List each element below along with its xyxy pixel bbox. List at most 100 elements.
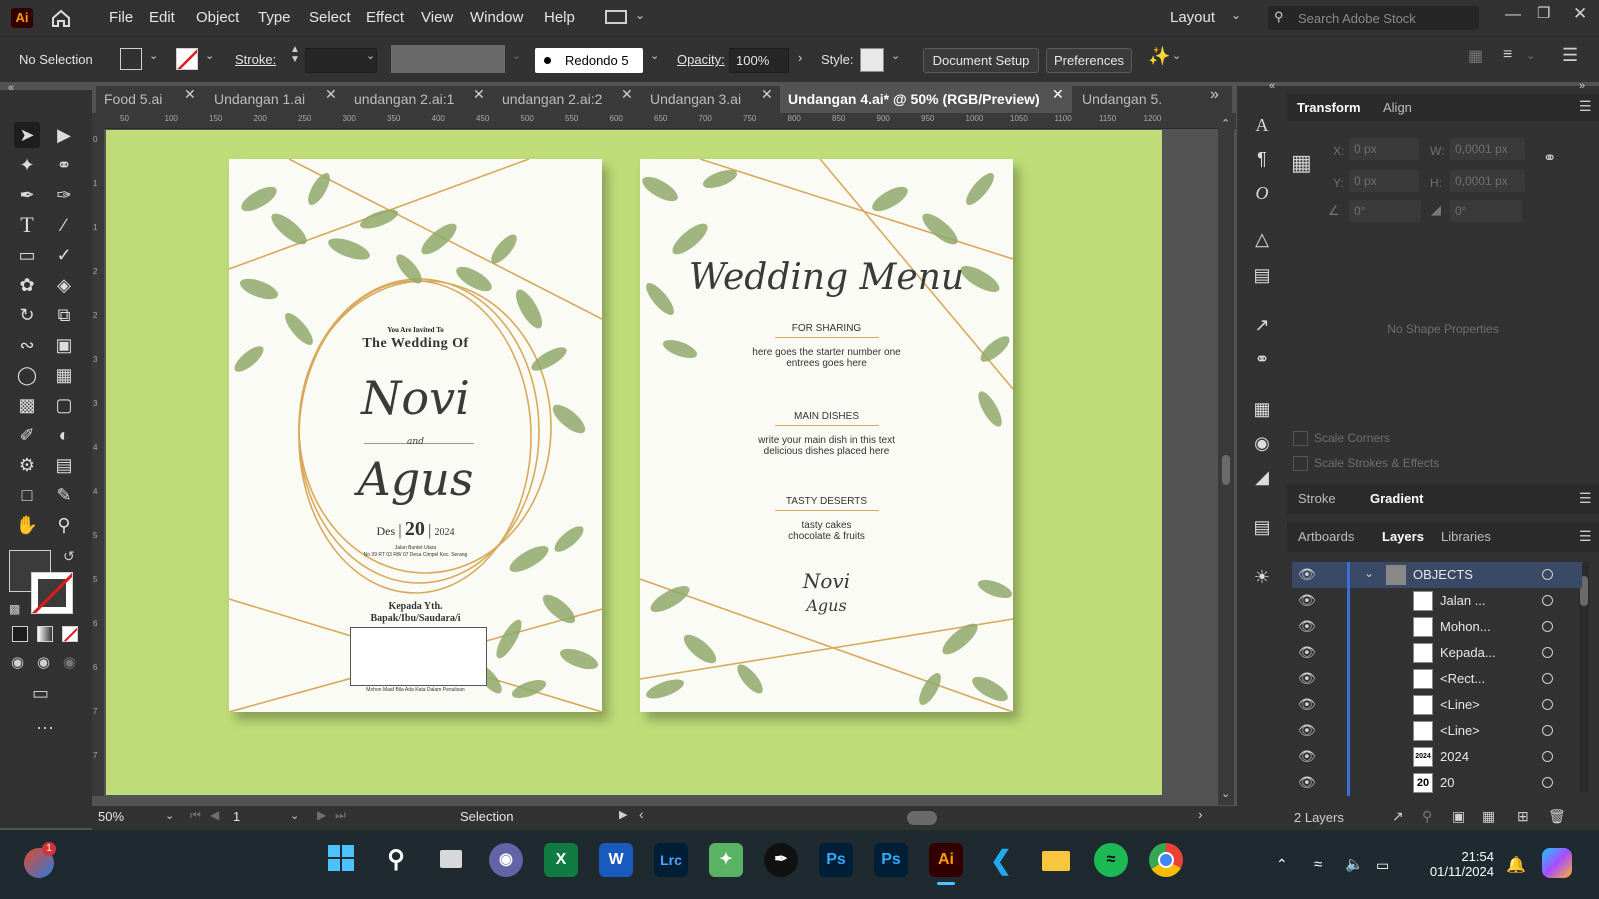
zoom-field[interactable]: 50% (98, 809, 164, 827)
paragraph-panel-icon[interactable]: ¶ (1249, 146, 1275, 172)
visibility-eye-icon[interactable]: 👁 (1298, 566, 1316, 583)
word-icon[interactable]: W (599, 843, 633, 877)
document-setup-button[interactable]: Document Setup (923, 48, 1039, 73)
tab-undangan-5[interactable]: Undangan 5. (1074, 86, 1184, 113)
lightroom-classic-icon[interactable]: Lrc (654, 843, 688, 877)
minimize-icon[interactable]: — (1505, 6, 1521, 24)
collapse-icon[interactable]: « (8, 82, 14, 94)
chevron-down-icon[interactable]: ⌄ (165, 809, 174, 822)
chevron-down-icon[interactable]: ⌄ (891, 49, 900, 62)
home-icon[interactable] (50, 8, 72, 28)
target-circle[interactable] (1542, 673, 1553, 684)
wifi-icon[interactable]: ≈ (1314, 856, 1322, 873)
close-icon[interactable]: ✕ (1052, 86, 1064, 103)
workspace-switcher[interactable]: Layout (1170, 9, 1215, 26)
column-graph-tool-icon[interactable]: ▤ (51, 452, 77, 478)
panel-menu-icon[interactable]: ☰ (1579, 528, 1592, 545)
chevron-down-icon[interactable]: ⌄ (149, 49, 158, 62)
invitation-card[interactable]: You Are Invited To The Wedding Of Novi a… (229, 159, 602, 712)
target-circle[interactable] (1542, 725, 1553, 736)
illustrator-icon[interactable]: Ai (929, 843, 963, 877)
chevron-down-icon[interactable]: ⌄ (1231, 8, 1241, 22)
chevron-down-icon[interactable]: ⌄ (635, 8, 645, 22)
gradient-panel-icon[interactable]: ◢ (1249, 464, 1275, 490)
color-mode-icon[interactable] (12, 626, 28, 642)
draw-behind-icon[interactable]: ◉ (37, 653, 50, 671)
chevron-down-icon[interactable]: ⌄ (290, 809, 299, 822)
color-guide-icon[interactable]: ◉ (1249, 430, 1275, 456)
h-field[interactable]: 0,0001 px (1450, 170, 1525, 192)
chevron-up-icon[interactable]: ⌃ (1221, 117, 1230, 130)
swatches-panel-icon[interactable]: ▦ (1249, 396, 1275, 422)
new-layer-icon[interactable]: ⊞ (1517, 808, 1529, 825)
close-icon[interactable]: ✕ (325, 86, 337, 103)
stroke-stepper[interactable]: ▲ ▼ (290, 45, 300, 65)
visibility-eye-icon[interactable]: 👁 (1298, 722, 1316, 739)
rotate-tool-icon[interactable]: ↻ (14, 302, 40, 328)
vertical-scrollbar[interactable]: ⌃ ⌄ (1218, 115, 1234, 805)
shaper-tool-icon[interactable]: ✿ (14, 272, 40, 298)
close-icon[interactable]: ✕ (184, 86, 196, 103)
tab-stroke[interactable]: Stroke (1298, 491, 1336, 506)
eraser-tool-icon[interactable]: ◈ (51, 272, 77, 298)
zoom-tool-icon[interactable]: ⚲ (51, 512, 77, 538)
layer-row[interactable]: 👁 <Rect... (1292, 666, 1582, 692)
close-icon[interactable]: ✕ (621, 86, 633, 103)
stroke-color-box[interactable] (31, 572, 73, 614)
target-circle[interactable] (1542, 647, 1553, 658)
more-tools-icon[interactable]: ⋯ (36, 718, 54, 739)
menu-card[interactable]: Wedding Menu FOR SHARING here goes the s… (640, 159, 1013, 712)
target-circle[interactable] (1542, 621, 1553, 632)
search-icon[interactable]: ⚲ (1422, 808, 1432, 825)
graphic-styles-icon[interactable]: ☀ (1249, 564, 1275, 590)
chevron-down-icon[interactable]: ⌄ (1364, 566, 1374, 580)
menu-select[interactable]: Select (309, 9, 351, 26)
stock-search-input[interactable]: ⚲ Search Adobe Stock (1268, 6, 1479, 30)
chevron-down-icon[interactable]: ⌄ (1526, 49, 1535, 62)
layer-name[interactable]: 2024 (1440, 749, 1469, 764)
first-artboard-icon[interactable]: ⏮ (190, 808, 201, 823)
status-menu-icon[interactable]: ▶ (619, 808, 627, 821)
tray-overflow-icon[interactable]: ⌃ (1276, 856, 1288, 873)
target-circle[interactable] (1542, 699, 1553, 710)
collapse-icon[interactable]: « (1269, 80, 1275, 92)
symbol-sprayer-tool-icon[interactable]: ⚙ (14, 452, 40, 478)
gradient-mode-icon[interactable] (37, 626, 53, 642)
new-sublayer-icon[interactable]: ▦ (1482, 808, 1495, 825)
tab-libraries[interactable]: Libraries (1441, 529, 1491, 544)
panel-menu-icon[interactable]: ☰ (1579, 98, 1592, 115)
layer-row[interactable]: 👁 Mohon... (1292, 614, 1582, 640)
tab-align[interactable]: Align (1383, 100, 1412, 115)
target-circle[interactable] (1542, 595, 1553, 606)
target-circle[interactable] (1542, 569, 1553, 580)
graphic-style-swatch[interactable] (860, 48, 884, 72)
width-tool-icon[interactable]: ∾ (14, 332, 40, 358)
export-panel-icon[interactable]: ↗ (1249, 312, 1275, 338)
puppet-warp-icon[interactable]: ✨ (1148, 46, 1170, 67)
opacity-label[interactable]: Opacity: (677, 52, 725, 67)
trash-icon[interactable]: 🗑 (1548, 808, 1566, 825)
last-artboard-icon[interactable]: ⏭ (335, 808, 346, 823)
windows-start-icon[interactable] (324, 843, 358, 877)
scroll-right-icon[interactable]: › (1198, 806, 1203, 822)
curvature-tool-icon[interactable]: ✑ (51, 182, 77, 208)
scroll-left-icon[interactable]: ‹ (639, 806, 644, 822)
draw-inside-icon[interactable]: ◉ (63, 653, 76, 671)
restore-icon[interactable]: ❐ (1537, 4, 1550, 22)
gradient-tool-icon[interactable]: ▢ (51, 392, 77, 418)
menu-window[interactable]: Window (470, 9, 523, 26)
screen-mode-icon[interactable]: ▭ (32, 683, 49, 704)
lasso-tool-icon[interactable]: ⚭ (51, 152, 77, 178)
type-tool-icon[interactable]: T (14, 212, 40, 238)
battery-icon[interactable]: ▭ (1376, 857, 1389, 874)
chevron-down-icon[interactable]: ⌄ (650, 49, 659, 62)
chevron-down-icon[interactable]: ⌄ (1221, 787, 1230, 800)
menu-edit[interactable]: Edit (149, 9, 175, 26)
copilot-icon[interactable] (1542, 848, 1572, 878)
volume-icon[interactable]: 🔈 (1345, 855, 1364, 873)
more-tabs-icon[interactable]: » (1210, 86, 1219, 104)
layer-row[interactable]: 👁 20 20 (1292, 770, 1582, 796)
chevron-down-icon[interactable]: ⌄ (205, 49, 214, 62)
shape-builder-tool-icon[interactable]: ◯ (14, 362, 40, 388)
rotate-field[interactable]: 0° (1349, 200, 1421, 222)
